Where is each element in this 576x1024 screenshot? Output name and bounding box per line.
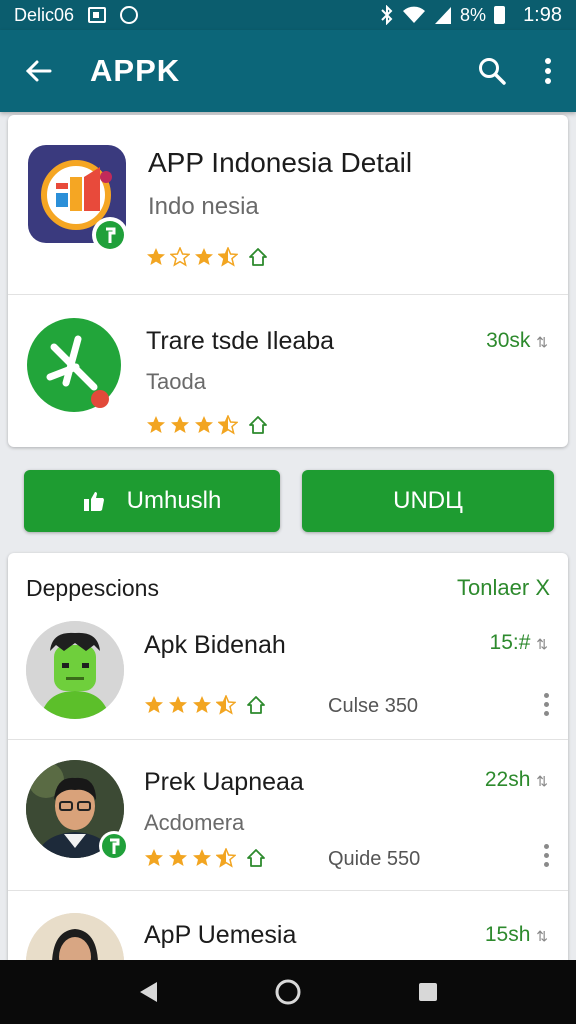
home-outline-icon (247, 849, 265, 867)
item-size-value: 22sh (484, 768, 531, 791)
star-half-icon (218, 415, 238, 435)
carrier-label: Delic06 (14, 4, 75, 25)
list-item[interactable]: Apk Bidenah 15:# ⇅ Culse 350 (8, 613, 568, 739)
rating-stars (144, 848, 266, 868)
app-icon (28, 145, 128, 253)
wifi-icon (403, 6, 426, 23)
system-nav-bar (0, 960, 576, 1024)
star-full-icon (193, 696, 211, 713)
star-full-icon (169, 849, 187, 866)
star-full-icon (145, 696, 163, 713)
star-full-icon (193, 849, 211, 866)
featured-item-1[interactable]: APP Indonesia Detail Indo nesia (8, 115, 568, 293)
item-meta: Culse 350 (328, 695, 419, 717)
notification-icon (88, 7, 107, 23)
app-subtitle: Taodа (146, 369, 206, 394)
more-vert-icon (545, 58, 551, 84)
star-full-icon (145, 849, 163, 866)
status-bar: Delic06 8% 1:98 (0, 0, 576, 30)
arrow-left-icon (25, 60, 52, 82)
rating-stars (146, 247, 268, 267)
page-title: APPK (90, 53, 181, 88)
nav-recents-icon[interactable] (417, 981, 439, 1003)
home-outline-icon (247, 696, 265, 714)
app-title: APP Indonesia Detail (148, 147, 413, 178)
item-title: Prek Uapneaa (144, 768, 304, 796)
featured-card: APP Indonesia Detail Indo nesia Trare ts… (8, 115, 568, 447)
star-full-icon (147, 416, 165, 433)
list-item[interactable]: Prek Uapneaa 22sh ⇅ Acdomera Quide 550 (8, 740, 568, 890)
battery-percent: 8% (460, 4, 487, 25)
star-full-icon (195, 248, 213, 265)
section-title: Deppescions (26, 575, 159, 601)
app-title: Trare tsde Ileaba (146, 327, 335, 355)
bluetooth-icon (381, 5, 393, 25)
star-full-icon (171, 416, 189, 433)
primary-action-label: Umhuslh (126, 487, 222, 514)
app-icon (27, 318, 121, 412)
back-button[interactable] (0, 30, 76, 112)
nav-back-icon[interactable] (137, 980, 159, 1004)
app-size-value: 30sk (486, 329, 531, 352)
item-size: 22sh ⇅ (485, 768, 548, 792)
star-full-icon (195, 416, 213, 433)
app-bar: APPK (0, 30, 576, 112)
item-more-button[interactable] (544, 844, 550, 867)
avatar (26, 621, 124, 719)
item-size: 15:# ⇅ (490, 631, 548, 655)
section-link[interactable]: Tonlaer X (457, 575, 550, 601)
secondary-action-button[interactable]: UNDЦ (302, 470, 554, 532)
secondary-action-label: UNDЦ (393, 487, 463, 514)
item-subtitle: Acdomera (144, 810, 245, 835)
app-notification-icon (120, 6, 139, 24)
clock: 1:98 (523, 3, 562, 26)
battery-icon (494, 6, 506, 24)
item-size-value: 15:# (489, 631, 531, 654)
download-arrow-icon: ⇅ (536, 334, 548, 350)
star-half-icon (218, 247, 238, 267)
more-options-button[interactable] (520, 30, 576, 112)
item-title: Apk Bidenah (144, 631, 286, 659)
primary-action-button[interactable]: Umhuslh (24, 470, 280, 532)
android-avatar-icon (26, 621, 124, 719)
search-button[interactable] (464, 30, 520, 112)
item-meta: Quide 550 (328, 848, 421, 870)
rating-stars (144, 695, 266, 715)
download-arrow-icon: ⇅ (536, 636, 548, 652)
download-arrow-icon: ⇅ (536, 773, 548, 789)
list-card: Deppescions Tonlaer X Apk Bidenah 15:# ⇅… (8, 553, 568, 973)
item-size-value: 15sh (484, 923, 531, 946)
star-outline-icon (170, 247, 190, 267)
star-half-icon (216, 848, 236, 868)
nav-home-icon[interactable] (274, 978, 302, 1006)
home-outline-icon (249, 416, 267, 434)
item-title: ApP Uemesia (144, 921, 297, 949)
star-full-icon (147, 248, 165, 265)
featured-item-2[interactable]: Trare tsde Ileaba 30sk ⇅ Taodа (8, 295, 568, 445)
star-full-icon (169, 696, 187, 713)
signal-icon (435, 7, 452, 24)
app-size: 30sk ⇅ (486, 329, 548, 353)
search-icon (479, 58, 506, 85)
app-subtitle: Indo nesia (148, 193, 259, 220)
star-half-icon (216, 695, 236, 715)
verified-badge-icon (99, 831, 129, 861)
rating-stars (146, 415, 268, 435)
home-outline-icon (249, 248, 267, 266)
thumbs-up-icon (83, 492, 104, 511)
download-arrow-icon: ⇅ (536, 928, 548, 944)
item-more-button[interactable] (544, 693, 550, 716)
item-size: 15sh ⇅ (485, 923, 548, 947)
